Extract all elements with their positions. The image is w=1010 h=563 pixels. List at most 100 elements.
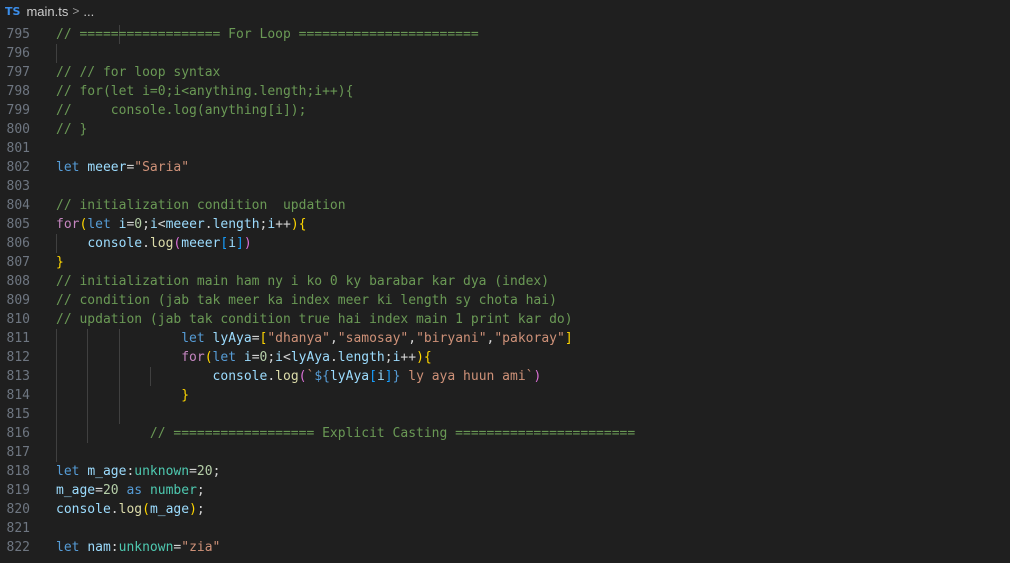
code-token: < bbox=[157, 217, 166, 232]
line-number: 811 bbox=[6, 331, 30, 346]
line-number: 806 bbox=[6, 236, 30, 251]
line-number: 798 bbox=[6, 84, 30, 99]
line-number: 817 bbox=[6, 445, 30, 460]
code-line[interactable]: 812 for(let i=0;i<lyAya.length;i++){ bbox=[0, 348, 1010, 367]
code-token: } bbox=[56, 255, 64, 270]
line-number: 795 bbox=[6, 27, 30, 42]
code-line[interactable]: 799 // console.log(anything[i]); bbox=[0, 101, 1010, 120]
line-number: 820 bbox=[6, 502, 30, 517]
code-line[interactable]: 811 let lyAya=["dhanya","samosay","birya… bbox=[0, 329, 1010, 348]
code-line[interactable]: 819 m_age=20 as number; bbox=[0, 481, 1010, 500]
code-token: "biryani" bbox=[416, 331, 487, 346]
code-line[interactable]: 816 // ================== Explicit Casti… bbox=[0, 424, 1010, 443]
code-line[interactable]: 803 bbox=[0, 177, 1010, 196]
code-token: // // for loop syntax bbox=[56, 65, 221, 80]
code-token: , bbox=[329, 331, 338, 346]
code-token: m_age bbox=[149, 502, 190, 517]
code-line[interactable]: 795 // ================== For Loop ======… bbox=[0, 25, 1010, 44]
line-number: 812 bbox=[6, 350, 30, 365]
code-token: [ bbox=[369, 369, 377, 384]
code-line[interactable]: 810 // updation (jab tak condition true h… bbox=[0, 310, 1010, 329]
code-token: ++ bbox=[275, 217, 291, 232]
code-token: ; bbox=[196, 483, 205, 498]
code-text: for(let i=0;i<meeer.length;i++){ bbox=[56, 215, 307, 234]
code-line[interactable]: 814 } bbox=[0, 386, 1010, 405]
code-line[interactable]: 808 // initialization main ham ny i ko 0 … bbox=[0, 272, 1010, 291]
code-text: let lyAya=["dhanya","samosay","biryani",… bbox=[56, 329, 572, 348]
code-line[interactable]: 800 // } bbox=[0, 120, 1010, 139]
code-token: } bbox=[181, 388, 190, 403]
code-line[interactable]: 797 // // for loop syntax bbox=[0, 63, 1010, 82]
code-text: // // for loop syntax bbox=[56, 63, 220, 82]
line-number: 813 bbox=[6, 369, 30, 384]
code-token: { bbox=[423, 350, 432, 365]
line-number: 814 bbox=[6, 388, 30, 403]
code-token: , bbox=[408, 331, 417, 346]
code-token: meeer bbox=[181, 236, 221, 251]
code-token: as bbox=[126, 483, 143, 498]
code-token: let bbox=[56, 540, 88, 555]
code-line[interactable]: 817 bbox=[0, 443, 1010, 462]
code-line[interactable]: 815 bbox=[0, 405, 1010, 424]
line-number: 822 bbox=[6, 540, 30, 555]
code-line[interactable]: 802 let meeer="Saria" bbox=[0, 158, 1010, 177]
breadcrumb-symbol[interactable]: ... bbox=[83, 4, 94, 19]
code-token: ) bbox=[243, 236, 252, 251]
breadcrumb: TS main.ts > ... bbox=[0, 0, 1010, 22]
code-token: meeer bbox=[165, 217, 205, 232]
code-line[interactable]: 820 console.log(m_age); bbox=[0, 500, 1010, 519]
code-token: = bbox=[251, 331, 260, 346]
code-text: console.log(`${lyAya[i]} ly aya huun ami… bbox=[56, 367, 542, 386]
code-line[interactable]: 801 bbox=[0, 139, 1010, 158]
code-line[interactable]: 809 // condition (jab tak meer ka index m… bbox=[0, 291, 1010, 310]
code-token: ; bbox=[212, 464, 221, 479]
code-text: for(let i=0;i<lyAya.length;i++){ bbox=[56, 348, 432, 367]
code-token: let bbox=[212, 350, 244, 365]
chevron-right-icon: > bbox=[72, 4, 80, 18]
line-number: 810 bbox=[6, 312, 30, 327]
code-text: // console.log(anything[i]); bbox=[56, 101, 306, 120]
code-line[interactable]: 807} bbox=[0, 253, 1010, 272]
indent-guide bbox=[56, 405, 57, 424]
code-line[interactable]: 818 let m_age:unknown=20; bbox=[0, 462, 1010, 481]
code-token: unknown bbox=[134, 464, 190, 479]
code-editor[interactable]: 795 // ================== For Loop ======… bbox=[0, 7, 1010, 563]
code-token: log bbox=[275, 369, 299, 384]
code-line[interactable]: 821 bbox=[0, 519, 1010, 538]
code-token: 20 bbox=[102, 483, 119, 498]
code-text: console.log(m_age); bbox=[56, 500, 205, 519]
indent-guide bbox=[56, 44, 57, 63]
code-token: < bbox=[283, 350, 291, 365]
breadcrumb-file[interactable]: main.ts bbox=[26, 4, 68, 19]
code-token: console bbox=[56, 502, 111, 517]
code-text: // condition (jab tak meer ka index meer… bbox=[56, 291, 557, 310]
code-line[interactable]: 805 for(let i=0;i<meeer.length;i++){ bbox=[0, 215, 1010, 234]
code-token: length bbox=[212, 217, 260, 232]
code-line[interactable]: 798 // for(let i=0;i<anything.length;i++)… bbox=[0, 82, 1010, 101]
code-line[interactable]: 806 console.log(meeer[i]) bbox=[0, 234, 1010, 253]
code-token: 0 bbox=[134, 217, 143, 232]
code-token: . bbox=[267, 369, 276, 384]
code-line[interactable]: 822 let nam:unknown="zia" bbox=[0, 538, 1010, 557]
code-text: // initialization condition updation bbox=[56, 196, 346, 215]
code-token: = bbox=[189, 464, 197, 479]
code-token: let bbox=[87, 217, 119, 232]
code-token: ${ bbox=[314, 369, 330, 384]
code-line[interactable]: 804 // initialization condition updation bbox=[0, 196, 1010, 215]
code-token: = bbox=[251, 350, 260, 365]
code-token: // console.log(anything[i]); bbox=[56, 103, 307, 118]
code-token: // } bbox=[56, 122, 88, 137]
line-number: 796 bbox=[6, 46, 30, 61]
code-token: let bbox=[181, 331, 213, 346]
code-token: ( bbox=[204, 350, 213, 365]
code-token: ; bbox=[142, 217, 150, 232]
code-token: // for(let i=0;i<anything.length;i++){ bbox=[56, 84, 354, 99]
code-token: ] bbox=[236, 236, 244, 251]
code-line[interactable]: 813 console.log(`${lyAya[i]} ly aya huun… bbox=[0, 367, 1010, 386]
code-token: // initialization condition updation bbox=[56, 198, 346, 213]
code-line[interactable]: 796 bbox=[0, 44, 1010, 63]
line-number: 802 bbox=[6, 160, 30, 175]
code-token: . bbox=[329, 350, 338, 365]
